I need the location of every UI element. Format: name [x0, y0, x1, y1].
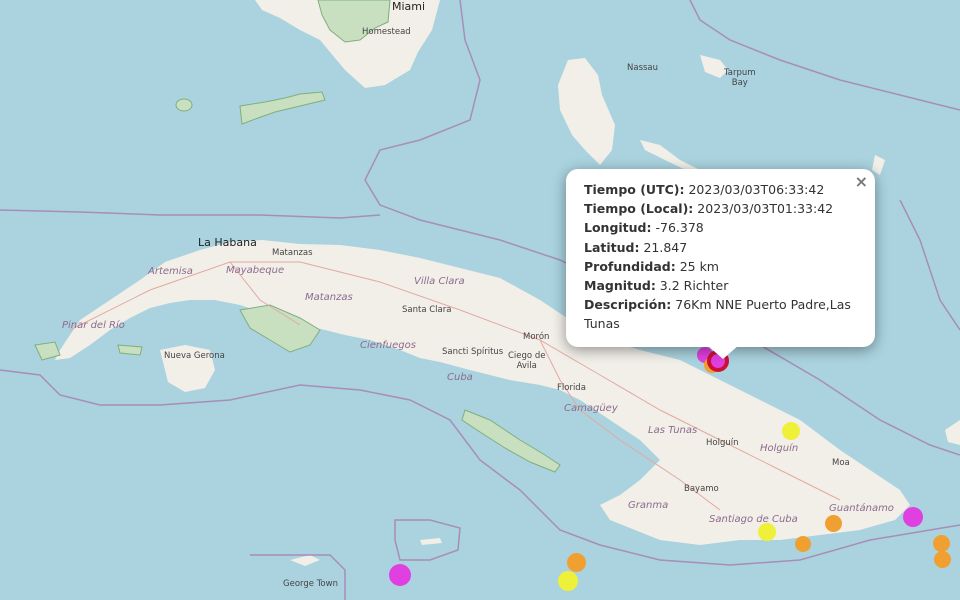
label-homestead: Homestead — [362, 27, 411, 37]
south-keys-park — [461, 409, 561, 473]
popup-row-depth: Profundidad: 25 km — [584, 257, 863, 276]
label-pinar-del-rio: Pinar del Río — [62, 320, 125, 331]
popup-label: Magnitud: — [584, 278, 656, 294]
popup-row-description: Descripción: 76Km NNE Puerto Padre,Las T… — [584, 295, 863, 333]
popup-value: -76.378 — [651, 220, 704, 236]
label-santiago: Santiago de Cuba — [709, 514, 798, 525]
quake-marker-orange[interactable] — [567, 553, 586, 572]
label-mayabeque: Mayabeque — [226, 265, 285, 276]
quake-marker-orange[interactable] — [795, 536, 811, 552]
label-las-tunas: Las Tunas — [648, 425, 698, 436]
popup-value: 25 km — [675, 258, 719, 274]
popup-label: Profundidad: — [584, 258, 676, 274]
popup-label: Tiempo (Local): — [584, 201, 694, 217]
label-moron: Morón — [523, 332, 550, 342]
florida-keys — [239, 91, 326, 125]
quake-marker-orange[interactable] — [825, 515, 842, 532]
quake-marker-magenta[interactable] — [389, 564, 411, 586]
hispaniola-edge — [945, 420, 960, 445]
quake-marker-orange[interactable] — [933, 535, 950, 552]
cayman-small — [420, 538, 442, 545]
popup-label: Descripción: — [584, 297, 672, 313]
label-guantanamo: Guantánamo — [829, 503, 894, 514]
label-artemisa: Artemisa — [148, 266, 193, 277]
label-cuba: Cuba — [447, 372, 473, 383]
label-cienfuegos: Cienfuegos — [360, 340, 416, 351]
quake-marker-yellow[interactable] — [782, 422, 800, 440]
label-sancti-spiritus: Sancti Spíritus — [442, 347, 504, 357]
label-miami: Miami — [392, 0, 426, 13]
popup-value: 2023/03/03T06:33:42 — [684, 182, 825, 197]
label-matanzas-city: Matanzas — [272, 248, 313, 258]
pinar-park — [34, 341, 61, 361]
popup-value: 2023/03/03T01:33:42 — [693, 201, 834, 217]
label-camaguey: Camagüey — [564, 403, 618, 414]
popup-row-latitude: Latitud: 21.847 — [584, 238, 863, 257]
popup-value: 21.847 — [639, 239, 688, 255]
cayman-island — [290, 555, 320, 566]
label-villa-clara: Villa Clara — [414, 276, 465, 287]
popup-row-local: Tiempo (Local): 2023/03/03T01:33:42 — [584, 199, 863, 218]
pinar-park2 — [117, 344, 143, 356]
label-george-town: George Town — [283, 579, 338, 589]
earthquake-popup: × Tiempo (UTC): 2023/03/03T06:33:42 Tiem… — [566, 169, 875, 347]
label-nueva-gerona: Nueva Gerona — [164, 351, 225, 361]
popup-label: Tiempo (UTC): — [584, 182, 685, 197]
quake-marker-orange[interactable] — [934, 551, 951, 568]
close-icon[interactable]: × — [855, 172, 868, 191]
label-holguin-city: Holguín — [706, 438, 739, 448]
small-key — [175, 98, 193, 112]
label-holguin-prov: Holguín — [760, 443, 799, 454]
label-granma: Granma — [628, 500, 669, 511]
popup-row-utc: Tiempo (UTC): 2023/03/03T06:33:42 — [584, 180, 863, 199]
quake-marker-magenta[interactable] — [903, 507, 923, 527]
label-tarpum-bay: Tarpum Bay — [724, 68, 756, 88]
label-ciego-de-avila: Ciego de Avila — [508, 351, 546, 371]
label-la-habana: La Habana — [198, 236, 257, 249]
popup-label: Longitud: — [584, 220, 652, 236]
label-nassau: Nassau — [627, 63, 659, 73]
long-island — [872, 155, 885, 175]
popup-row-longitude: Longitud: -76.378 — [584, 218, 863, 237]
popup-row-magnitude: Magnitud: 3.2 Richter — [584, 276, 863, 295]
popup-tip — [707, 345, 739, 359]
quake-marker-yellow[interactable] — [558, 571, 578, 591]
label-matanzas-prov: Matanzas — [305, 292, 353, 303]
label-santa-clara: Santa Clara — [402, 305, 452, 315]
popup-value: 3.2 Richter — [655, 278, 729, 294]
quake-marker-yellow[interactable] — [758, 523, 776, 541]
label-moa: Moa — [832, 458, 850, 468]
label-bayamo: Bayamo — [684, 484, 719, 494]
label-florida: Florida — [557, 383, 586, 393]
andros-island — [558, 58, 615, 165]
popup-label: Latitud: — [584, 239, 640, 255]
